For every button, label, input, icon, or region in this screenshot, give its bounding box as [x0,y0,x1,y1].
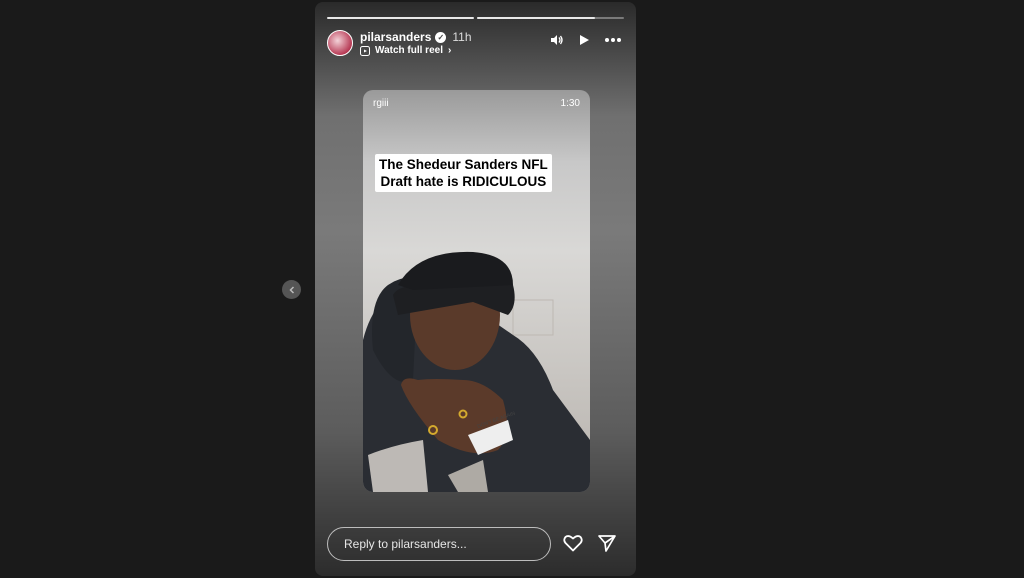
more-options-button[interactable] [604,37,622,43]
play-button[interactable] [578,34,590,46]
verified-icon: ✓ [435,31,447,43]
progress-segment [477,17,624,19]
post-time: 11h [452,30,472,44]
play-icon [580,35,589,45]
reel-caption: The Shedeur Sanders NFL Draft hate is RI… [375,154,552,192]
shared-reel-card[interactable]: rgiii 1:30 DON'T BE AGAIN The Shedeur Sa… [363,90,590,492]
reply-placeholder: Reply to pilarsanders... [344,537,467,551]
chevron-right-icon: › [447,45,452,56]
reel-video-frame: DON'T BE AGAIN [363,251,590,492]
speaker-icon [551,35,563,45]
caption-line-2: Draft hate is RIDICULOUS [380,174,547,189]
reel-author[interactable]: rgiii [373,98,389,109]
reel-icon [360,45,370,56]
story-viewer[interactable]: pilarsanders ✓ 11h Watch full reel › rgi… [315,2,636,576]
watch-full-reel-link[interactable]: Watch full reel › [360,45,451,56]
share-button[interactable] [597,533,617,558]
send-icon [598,535,616,552]
story-header: pilarsanders ✓ 11h Watch full reel › [327,30,624,62]
reply-input[interactable]: Reply to pilarsanders... [327,527,551,561]
more-icon [605,38,621,42]
heart-icon [563,535,583,552]
mute-button[interactable] [550,34,564,46]
chevron-left-icon [288,285,294,294]
previous-story-button[interactable] [282,280,301,299]
caption-line-1: The Shedeur Sanders NFL [379,157,548,172]
like-button[interactable] [563,534,583,557]
username[interactable]: pilarsanders [360,30,431,44]
progress-segment [327,17,474,19]
watch-full-reel-label: Watch full reel [375,45,443,56]
reel-duration: 1:30 [560,98,580,109]
story-progress [327,17,624,19]
avatar[interactable] [327,30,353,56]
